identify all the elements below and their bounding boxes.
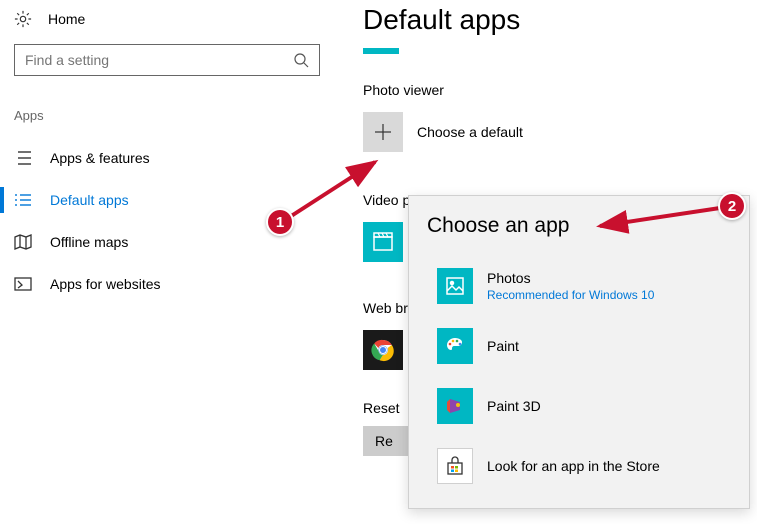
annotation-badge-2: 2 [718, 192, 746, 220]
app-option-photos[interactable]: Photos Recommended for Windows 10 [427, 262, 731, 322]
choose-app-popup: Choose an app Photos Recommended for Win… [408, 195, 750, 509]
map-icon [14, 233, 32, 251]
search-input[interactable] [25, 52, 293, 68]
photo-viewer-default[interactable]: Choose a default [363, 112, 757, 152]
app-name: Paint 3D [487, 398, 541, 414]
nav-label: Apps for websites [50, 276, 161, 292]
chrome-icon [363, 330, 403, 370]
gear-icon [14, 10, 32, 28]
app-subtitle: Recommended for Windows 10 [487, 288, 654, 302]
link-icon [14, 275, 32, 293]
choose-default-text: Choose a default [417, 124, 523, 140]
section-label: Apps [14, 108, 340, 123]
paint3d-icon [437, 388, 473, 424]
search-input-container[interactable] [14, 44, 320, 76]
nav-label: Default apps [50, 192, 129, 208]
store-icon [437, 448, 473, 484]
home-label: Home [48, 11, 85, 27]
search-icon [293, 52, 309, 68]
paint-icon [437, 328, 473, 364]
app-name: Photos [487, 270, 654, 286]
nav-label: Apps & features [50, 150, 150, 166]
annotation-badge-1: 1 [266, 208, 294, 236]
movies-tv-icon [363, 222, 403, 262]
plus-icon [363, 112, 403, 152]
nav-label: Offline maps [50, 234, 128, 250]
app-option-store[interactable]: Look for an app in the Store [427, 442, 731, 488]
app-option-paint[interactable]: Paint [427, 322, 731, 382]
photo-viewer-label: Photo viewer [363, 82, 757, 98]
photos-icon [437, 268, 473, 304]
app-name: Look for an app in the Store [487, 458, 660, 474]
sidebar-item-apps-features[interactable]: Apps & features [14, 137, 340, 179]
sidebar: Home Apps Apps & features [0, 0, 340, 305]
defaults-icon [14, 191, 32, 209]
accent-bar [363, 48, 399, 54]
popup-title: Choose an app [427, 214, 731, 238]
app-option-paint3d[interactable]: Paint 3D [427, 382, 731, 442]
app-name: Paint [487, 338, 519, 354]
sidebar-item-apps-websites[interactable]: Apps for websites [14, 263, 340, 305]
home-button[interactable]: Home [14, 10, 340, 28]
page-title: Default apps [363, 4, 757, 36]
list-icon [14, 149, 32, 167]
